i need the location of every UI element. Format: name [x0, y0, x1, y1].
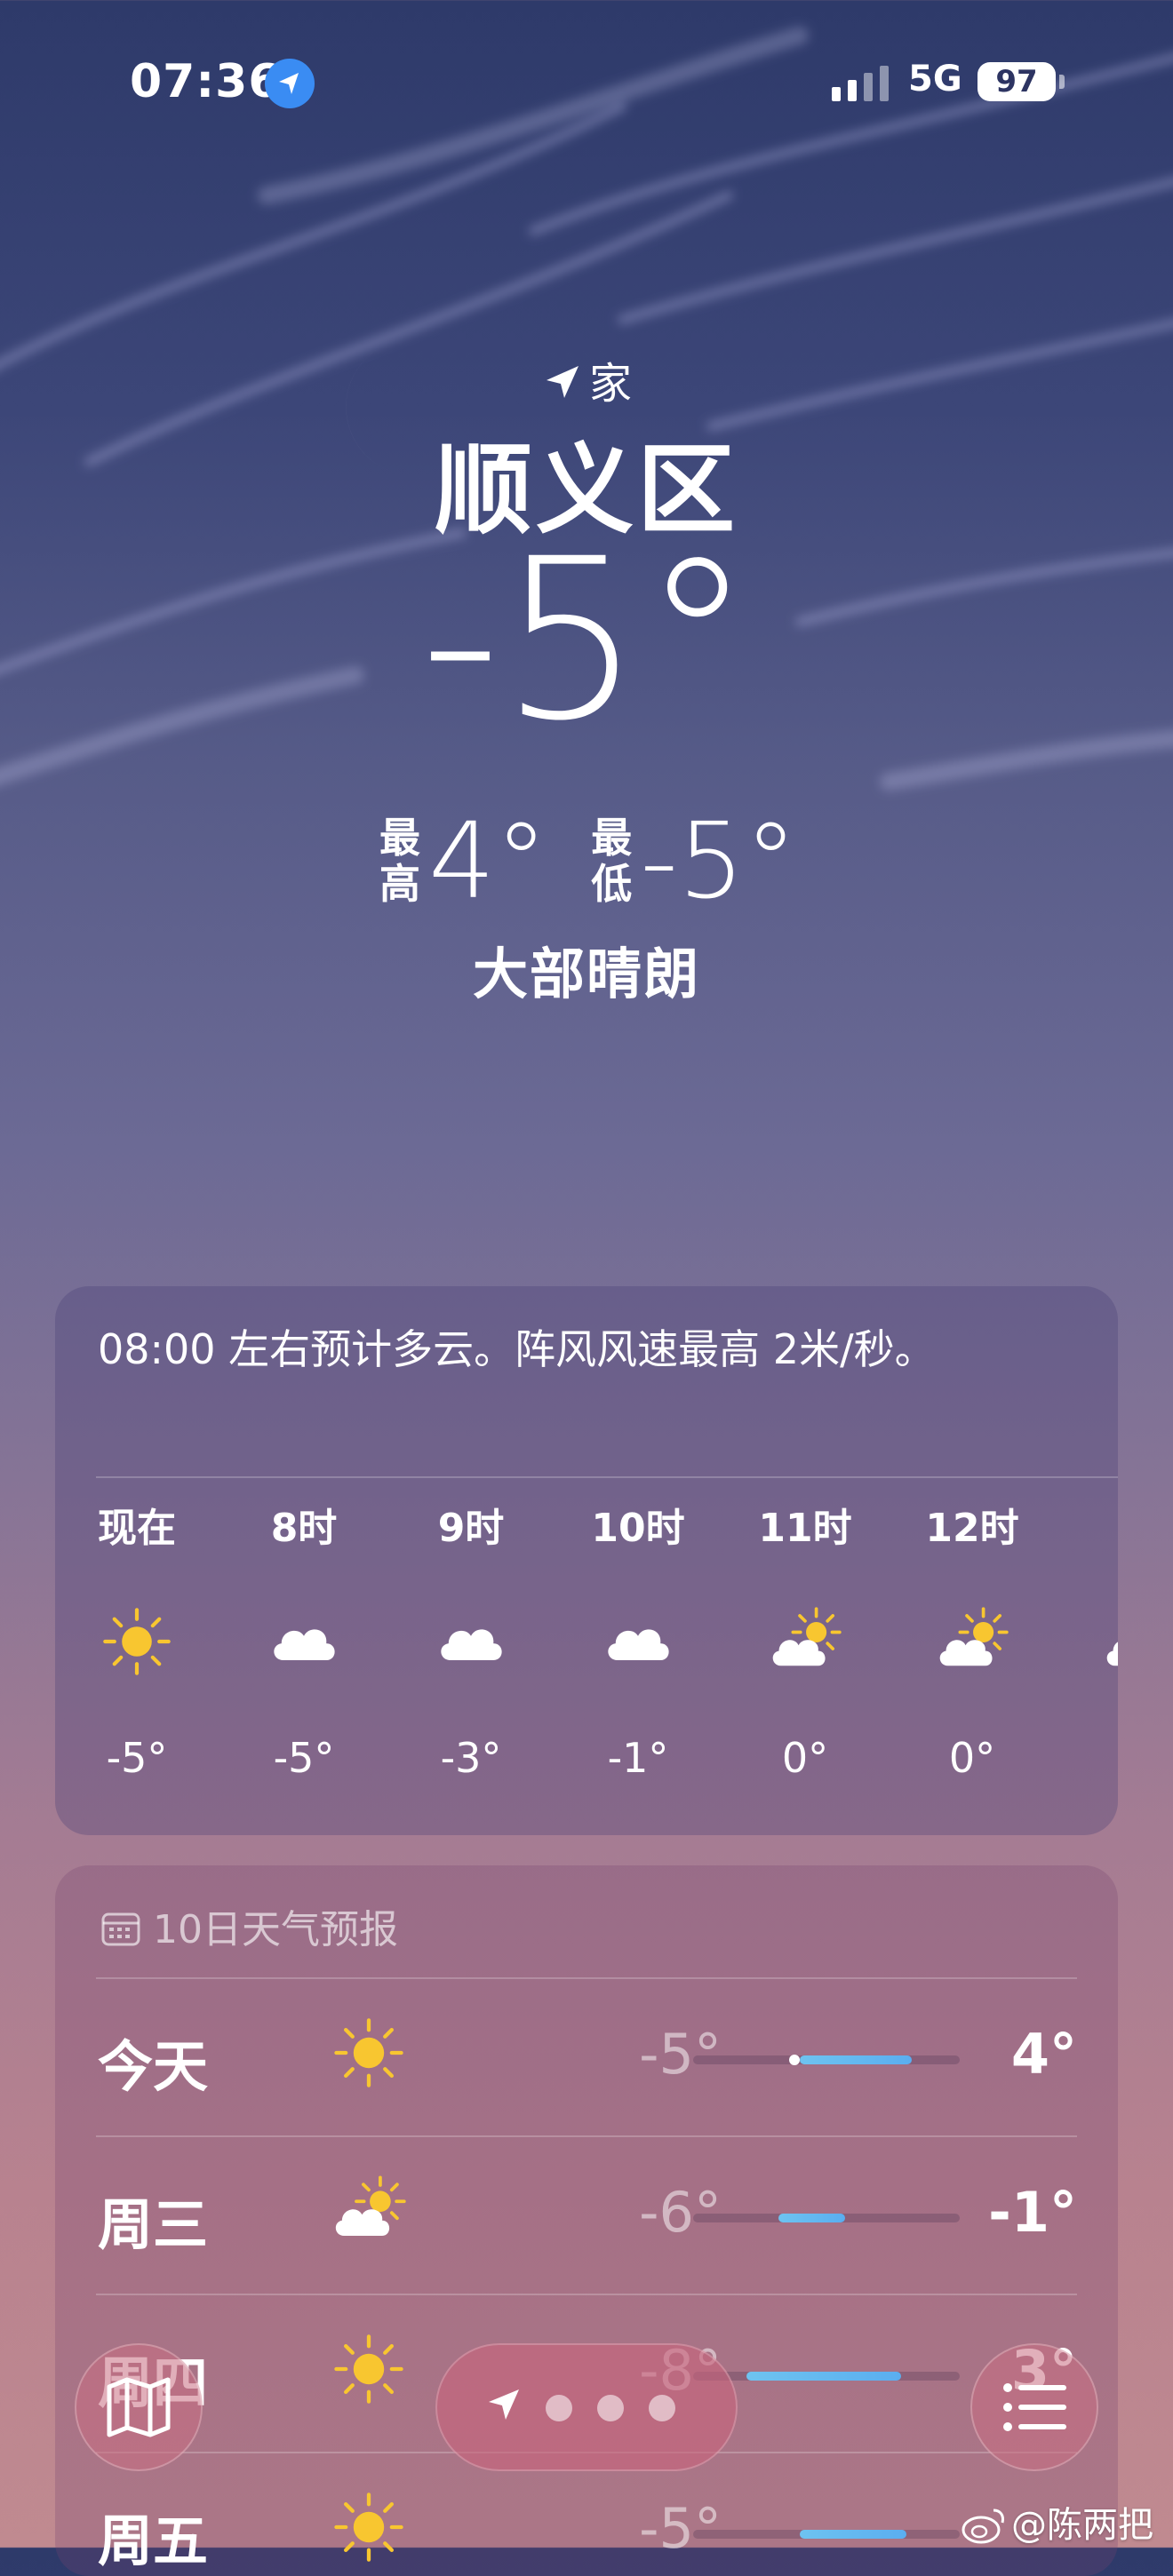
watermark-text: @陈两把: [1011, 2505, 1153, 2546]
location-services-icon: [265, 59, 315, 108]
sun-icon: [331, 2489, 428, 2569]
weibo-watermark: @陈两把: [962, 2496, 1153, 2548]
high-low-temperature: 最高 4° 最低 -5°: [0, 799, 1173, 922]
day-name: 今天: [98, 2034, 209, 2099]
hourly-item: 9时 -3°: [409, 1496, 533, 1782]
temperature-range-fill: [746, 2372, 901, 2381]
page-dot[interactable]: [546, 2395, 572, 2421]
current-temperature: -5°: [419, 511, 754, 769]
sun-icon: [331, 2331, 428, 2411]
partly-cloudy-icon: [1077, 1606, 1118, 1677]
map-icon: [107, 2377, 171, 2437]
list-icon: [1003, 2383, 1066, 2431]
page-dot[interactable]: [597, 2395, 624, 2421]
calendar-icon: [101, 1912, 140, 1946]
cloud-icon: [409, 1606, 533, 1677]
day-name: 周三: [98, 2192, 209, 2257]
hour-label: 12时: [925, 1506, 1019, 1551]
hour-label: 11时: [758, 1506, 852, 1551]
hourly-divider: [96, 1476, 1118, 1478]
current-temp-dot: [789, 2055, 800, 2065]
hour-label: 1: [1077, 1496, 1118, 1549]
temperature-range-bar: [693, 2214, 960, 2222]
map-button[interactable]: [75, 2343, 203, 2471]
temperature-range-bar: [693, 2530, 960, 2539]
hourly-item: 12时 0°: [910, 1496, 1034, 1782]
hour-temperature: -5°: [273, 1734, 335, 1782]
battery-indicator: 97: [978, 62, 1056, 101]
hourly-item: 现在 -5°: [75, 1496, 199, 1782]
status-time: 07:36: [130, 55, 282, 108]
daily-row[interactable]: 周五 -5°: [55, 2453, 1118, 2576]
day-low-temperature: -5°: [639, 2496, 722, 2561]
hourly-item: 11时 0°: [743, 1496, 867, 1782]
ten-day-header: 10日天气预报: [100, 1897, 398, 1954]
sun-icon: [331, 2015, 428, 2095]
hour-label: 9时: [437, 1506, 505, 1551]
status-bar: 07:36 5G 97: [0, 55, 1173, 117]
temperature-range-fill: [778, 2214, 845, 2222]
cloud-icon: [242, 1606, 366, 1677]
partly-cloudy-icon: [743, 1606, 867, 1677]
day-high-temperature: 4°: [1010, 2022, 1077, 2087]
temperature-range-fill: [800, 2530, 906, 2539]
hourly-item: 1: [1077, 1496, 1118, 1734]
cloud-icon: [576, 1606, 700, 1677]
home-label: 家: [588, 359, 632, 409]
hour-temperature: 0°: [781, 1734, 829, 1782]
hour-label: 现在: [98, 1506, 176, 1551]
day-low-temperature: -6°: [639, 2180, 722, 2245]
hour-label: 8时: [270, 1506, 338, 1551]
temperature-range-bar: [693, 2055, 960, 2065]
high-temperature: 4°: [428, 799, 548, 922]
battery-tip: [1059, 75, 1065, 89]
temperature-range-bar: [693, 2372, 960, 2381]
page-dot[interactable]: [649, 2395, 675, 2421]
daily-row[interactable]: 周三 -6° -1°: [55, 2137, 1118, 2295]
cellular-signal-icon: [832, 66, 889, 101]
hour-temperature: 0°: [948, 1734, 996, 1782]
hourly-list[interactable]: 现在 -5° 8时 -5° 9时 -3° 10时 -1° 11时 0° 12时 0° 1: [96, 1496, 1118, 1816]
location-arrow-icon: [546, 366, 579, 398]
current-location-arrow-icon: [489, 2389, 519, 2420]
hour-label: 10时: [591, 1506, 685, 1551]
day-low-temperature: -5°: [639, 2022, 722, 2087]
sun-icon: [75, 1606, 199, 1677]
hour-temperature: -3°: [440, 1734, 502, 1782]
low-label: 最低: [591, 814, 633, 908]
partly-cloudy-icon: [331, 2173, 428, 2253]
network-type: 5G: [908, 59, 962, 99]
location-page-indicator[interactable]: [435, 2343, 738, 2471]
ten-day-title: 10日天气预报: [153, 1907, 398, 1952]
hour-temperature: -5°: [106, 1734, 168, 1782]
day-high-temperature: -1°: [988, 2180, 1077, 2245]
hourly-summary: 08:00 左右预计多云。阵风风速最高 2米/秒。: [98, 1325, 936, 1373]
daily-row[interactable]: 今天 -5° 4°: [55, 1979, 1118, 2137]
high-label: 最高: [379, 814, 420, 908]
location-list-button[interactable]: [970, 2343, 1098, 2471]
location-home-label: 家: [0, 348, 1173, 410]
hourly-forecast-card[interactable]: 08:00 左右预计多云。阵风风速最高 2米/秒。 现在 -5° 8时 -5° 9时 -3…: [55, 1286, 1118, 1835]
partly-cloudy-icon: [910, 1606, 1034, 1677]
day-name: 周五: [98, 2508, 209, 2573]
weibo-icon: [962, 2508, 1004, 2544]
weather-condition: 大部晴朗: [472, 942, 700, 1006]
temperature-range-fill: [800, 2055, 912, 2064]
hourly-item: 8时 -5°: [242, 1496, 366, 1782]
low-temperature: -5°: [640, 799, 797, 922]
hourly-item: 10时 -1°: [576, 1496, 700, 1782]
hour-temperature: -1°: [607, 1734, 669, 1782]
